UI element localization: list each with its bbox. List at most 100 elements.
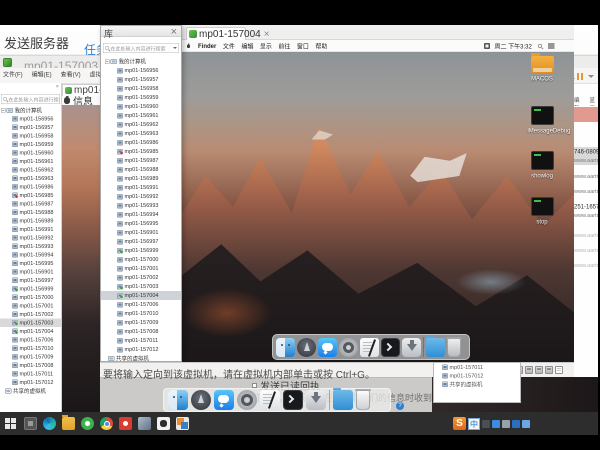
vm-list-item[interactable]: mp01-156999 xyxy=(101,246,181,255)
messages-app-menu[interactable]: 信息 xyxy=(73,96,93,105)
vm-list-item[interactable]: mp01-157012 xyxy=(101,345,181,354)
vm-list-item[interactable]: mp01-157000 xyxy=(0,293,61,302)
vm-list-item[interactable]: mp01-156992 xyxy=(0,234,61,243)
cube-app-icon[interactable] xyxy=(138,417,151,430)
language-indicator[interactable]: 中 xyxy=(468,418,480,430)
settings-icon[interactable] xyxy=(237,390,257,410)
mic-tray-icon[interactable] xyxy=(492,420,500,428)
vm-list-item[interactable]: mp01-156960 xyxy=(0,149,61,158)
vm-list-item[interactable]: mp01-156957 xyxy=(101,75,181,84)
vm-list-item[interactable]: mp01-156962 xyxy=(101,120,181,129)
desktop-icon[interactable]: stop xyxy=(520,197,564,228)
vm-list-item[interactable]: mp01-156988 xyxy=(101,165,181,174)
itunes-app-icon[interactable] xyxy=(157,417,170,430)
vm-list-item[interactable]: mp01-157006 xyxy=(101,300,181,309)
vm-list-item[interactable]: mp01-156995 xyxy=(101,219,181,228)
vm-list-item[interactable]: mp01-156958 xyxy=(101,84,181,93)
search-input[interactable]: 在此处输入内容进行搜索 xyxy=(1,94,60,104)
vm-list-item[interactable]: mp01-156962 xyxy=(0,166,61,175)
launchpad-icon[interactable] xyxy=(297,338,316,357)
library-panel-header[interactable]: 库 × xyxy=(101,26,181,37)
image-tray-icon[interactable] xyxy=(502,420,510,428)
vm-list-item[interactable]: mp01-156956 xyxy=(101,66,181,75)
close-icon[interactable]: × xyxy=(56,84,59,90)
vm-list-item[interactable]: mp01-156986 xyxy=(0,183,61,192)
finder-menu[interactable]: Finder xyxy=(198,43,216,50)
vm-list-item[interactable]: mp01-156985 xyxy=(101,147,181,156)
start-button[interactable] xyxy=(5,418,16,429)
sogou-input-icon[interactable]: S xyxy=(453,417,466,430)
vm-list-item[interactable]: mp01-156961 xyxy=(0,157,61,166)
vm-list-item[interactable]: mp01-156986 xyxy=(101,138,181,147)
spotlight-icon[interactable] xyxy=(538,44,542,48)
help-button[interactable]: ? xyxy=(396,402,404,410)
shared-vms-item[interactable]: 共享的虚拟机 xyxy=(0,387,61,396)
table-row[interactable]: www.aartmt.com/ xyxy=(574,187,598,196)
vm-list-item[interactable]: mp01-156987 xyxy=(0,200,61,209)
message-log-icon[interactable] xyxy=(555,366,563,374)
vm-list-item[interactable]: mp01-156985 xyxy=(0,191,61,200)
menu-item[interactable]: 查看(V) xyxy=(61,70,81,79)
vm-list-item[interactable]: 共享的虚拟机 xyxy=(434,380,520,389)
input-source-icon[interactable] xyxy=(484,43,490,49)
textedit-icon[interactable] xyxy=(360,338,379,357)
vm-list-item[interactable]: mp01-157010 xyxy=(101,309,181,318)
terminal-icon[interactable] xyxy=(381,338,400,357)
vm-list-item[interactable]: mp01-156961 xyxy=(101,111,181,120)
sound-icon[interactable] xyxy=(545,366,553,374)
menu-item[interactable]: 帮助 xyxy=(315,42,327,51)
vm-list-item[interactable]: mp01-157003 xyxy=(0,319,61,328)
vm-list-item[interactable]: mp01-157003 xyxy=(101,282,181,291)
menu-item[interactable]: 显示 xyxy=(260,42,272,51)
table-row[interactable]: 251-1657 xyxy=(574,202,598,211)
table-row[interactable]: www.aartmt.com/ xyxy=(574,231,598,240)
table-row[interactable]: www.aartmt.com/ xyxy=(574,246,598,255)
recorder-app-icon[interactable] xyxy=(119,417,132,430)
apple-icon[interactable] xyxy=(64,97,70,104)
vm-list-item[interactable]: mp01-157009 xyxy=(101,318,181,327)
chevron-down-icon[interactable] xyxy=(173,47,177,49)
messages-icon[interactable] xyxy=(214,390,234,410)
table-header-cell[interactable]: 显示 xyxy=(590,96,599,106)
launchpad-icon[interactable] xyxy=(191,390,211,410)
vm-list-item[interactable]: mp01-157012 xyxy=(0,378,61,387)
apple-icon[interactable] xyxy=(187,44,190,48)
shared-vms-item[interactable]: 共享的虚拟机 xyxy=(101,354,181,362)
network-adapter-icon[interactable] xyxy=(525,366,533,374)
vm-list-item[interactable]: mp01-156957 xyxy=(0,123,61,132)
vm-list-item[interactable]: mp01-157006 xyxy=(0,336,61,345)
vm-list-item[interactable]: mp01-156997 xyxy=(0,276,61,285)
vm-list-item[interactable]: mp01-157004 xyxy=(0,327,61,336)
desktop-icon[interactable]: MACOS xyxy=(520,56,564,85)
menu-item[interactable]: 窗口 xyxy=(297,42,309,51)
trash-icon[interactable] xyxy=(356,390,370,410)
desktop-icon[interactable]: showlog xyxy=(520,151,564,182)
tools-tray-icon[interactable] xyxy=(512,420,520,428)
edge-icon[interactable] xyxy=(43,417,56,430)
vm-list-item[interactable]: mp01-156989 xyxy=(0,217,61,226)
vm-list-item[interactable]: mp01-156959 xyxy=(101,93,181,102)
vm-list-item[interactable]: mp01-156989 xyxy=(101,174,181,183)
vm-list-item[interactable]: mp01-156997 xyxy=(101,237,181,246)
vm-list-item[interactable]: mp01-157010 xyxy=(0,344,61,353)
menu-item[interactable]: 文件 xyxy=(223,42,235,51)
vm-list-item[interactable]: mp01-156958 xyxy=(0,132,61,141)
vm-list-item[interactable]: mp01-156991 xyxy=(101,183,181,192)
vm-list-item[interactable]: mp01-156901 xyxy=(101,228,181,237)
close-icon[interactable]: × xyxy=(264,29,270,40)
vm-list-item[interactable]: mp01-157004 xyxy=(101,291,181,300)
table-row[interactable]: www.aartmt.com/ xyxy=(574,172,598,181)
vm-list-item[interactable]: mp01-157002 xyxy=(101,273,181,282)
tree-root-my-computer[interactable]: 我的计算机 xyxy=(0,106,61,115)
keyboard-tray-icon[interactable] xyxy=(522,420,530,428)
tab-mp01-157004[interactable]: mp01-157004 × xyxy=(186,27,246,40)
messages-icon[interactable] xyxy=(318,338,337,357)
pause-vm-button[interactable] xyxy=(577,73,594,80)
collapse-icon[interactable] xyxy=(1,108,6,113)
vm-list-item[interactable]: mp01-157001 xyxy=(0,302,61,311)
vm-list-item[interactable]: mp01-156988 xyxy=(0,208,61,217)
touch-keyboard-icon[interactable] xyxy=(24,417,37,430)
installer-icon[interactable] xyxy=(402,338,421,357)
vm-list-item[interactable]: mp01-157002 xyxy=(0,310,61,319)
finder-icon[interactable] xyxy=(276,338,295,357)
